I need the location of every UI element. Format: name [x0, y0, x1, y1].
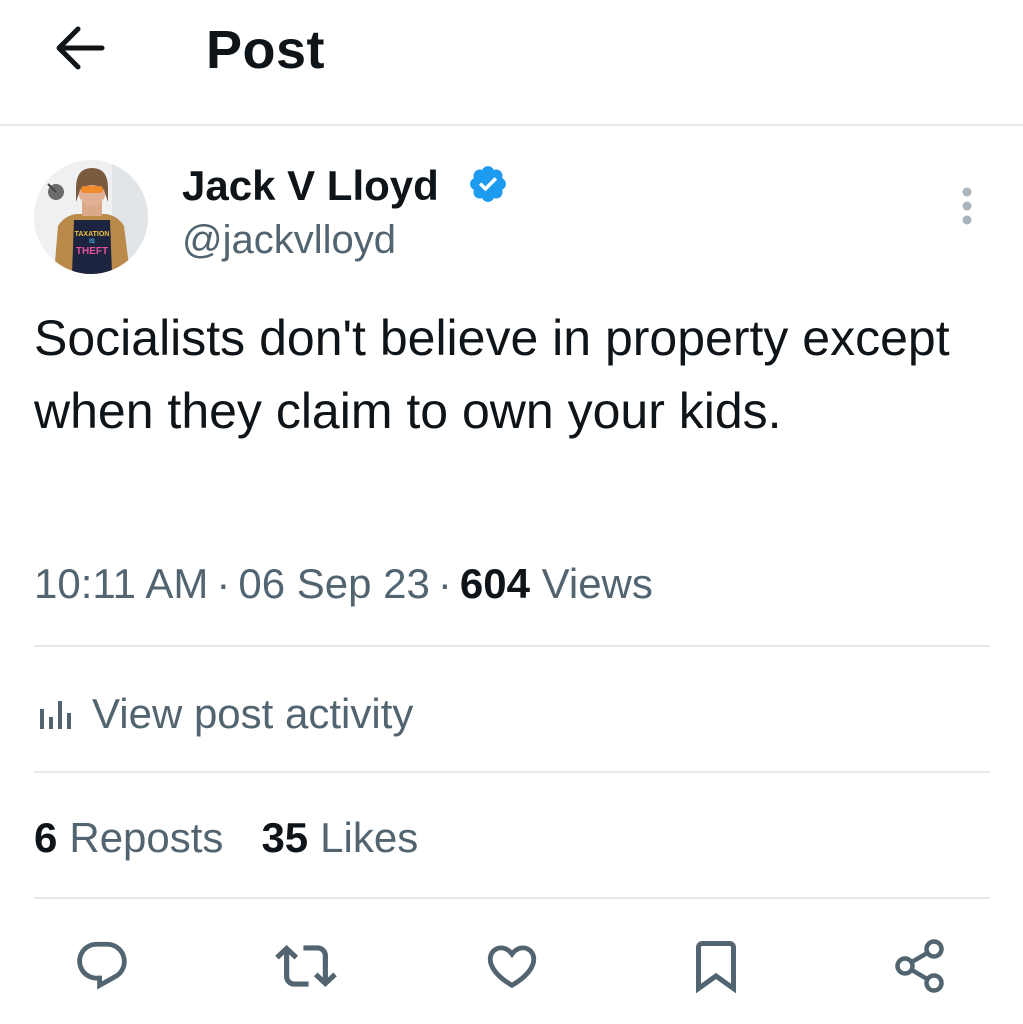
like-icon	[487, 945, 537, 989]
divider	[34, 645, 990, 647]
meta-separator: ·	[216, 560, 231, 607]
likes-count: 35	[261, 814, 309, 861]
reposts-count: 6	[34, 814, 58, 861]
verified-badge-icon	[470, 166, 506, 202]
post-text: Socialists don't believe in property exc…	[34, 310, 950, 439]
back-button[interactable]	[50, 22, 110, 74]
more-options-button[interactable]	[948, 184, 986, 228]
post-date: 06 Sep 23	[238, 560, 430, 607]
bookmark-icon	[696, 941, 736, 994]
author-name[interactable]: Jack V Lloyd	[182, 160, 439, 212]
top-bar: Post	[0, 0, 1023, 126]
views-label: Views	[541, 560, 653, 607]
author-handle[interactable]: @jackvlloyd	[182, 214, 396, 266]
bookmark-button[interactable]	[684, 934, 748, 998]
like-button[interactable]	[480, 934, 544, 998]
post-time: 10:11 AM	[34, 560, 209, 607]
view-activity-label: View post activity	[92, 690, 414, 737]
reply-icon	[77, 941, 127, 990]
view-activity-button[interactable]: View post activity	[36, 684, 413, 744]
avatar[interactable]: TAXATION IS THEFT	[34, 160, 148, 274]
divider	[34, 771, 990, 773]
views-count: 604	[459, 560, 530, 607]
share-icon	[895, 939, 944, 993]
reposts-stat[interactable]: 6 Reposts	[34, 810, 223, 866]
reposts-label: Reposts	[69, 814, 224, 861]
repost-icon	[275, 945, 337, 987]
divider	[34, 897, 990, 899]
page-title: Post	[206, 20, 326, 80]
likes-label: Likes	[320, 814, 419, 861]
meta-separator: ·	[437, 560, 452, 607]
shirt-text-1: TAXATION	[75, 231, 110, 238]
likes-stat[interactable]: 35 Likes	[261, 810, 418, 866]
reply-button[interactable]	[70, 934, 134, 998]
post-meta: 10:11 AM · 06 Sep 23 · 604 Views	[34, 554, 653, 614]
engagement-stats: 6 Reposts 35 Likes	[34, 810, 418, 866]
shirt-text-3: THEFT	[76, 246, 108, 257]
back-arrow-icon	[56, 26, 105, 70]
repost-button[interactable]	[274, 934, 338, 998]
shirt-text-2: IS	[89, 239, 95, 245]
more-vertical-icon	[962, 187, 972, 225]
share-button[interactable]	[888, 934, 952, 998]
analytics-icon	[40, 701, 71, 729]
